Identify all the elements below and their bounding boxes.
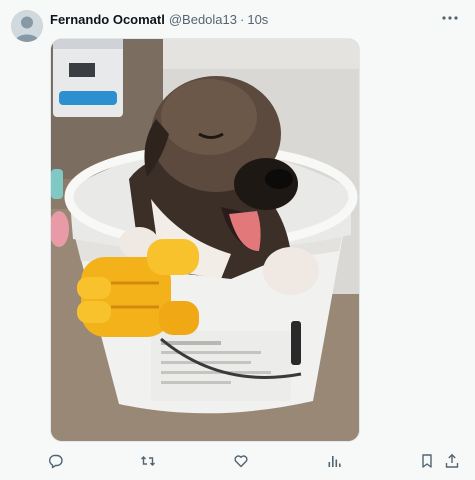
post-timestamp[interactable]: 10s <box>247 12 268 27</box>
default-avatar-icon <box>11 10 43 42</box>
avatar[interactable] <box>11 10 43 42</box>
reply-button[interactable] <box>47 452 65 470</box>
like-icon <box>234 455 248 468</box>
bookmark-icon <box>422 454 432 468</box>
share-button[interactable] <box>443 452 461 470</box>
repost-button[interactable] <box>139 452 157 470</box>
like-button[interactable] <box>232 452 250 470</box>
reply-icon <box>48 454 63 469</box>
bookmark-button[interactable] <box>418 452 436 470</box>
share-icon <box>445 453 459 468</box>
separator-dot: · <box>240 11 245 27</box>
views-button[interactable] <box>325 452 343 470</box>
author-display-name[interactable]: Fernando Ocomatl <box>50 12 165 27</box>
more-icon <box>442 16 458 20</box>
dog-in-bucket-photo <box>51 39 359 441</box>
post: Fernando Ocomatl @Bedola13 · 10s <box>0 0 475 480</box>
repost-icon <box>141 456 155 466</box>
author-handle[interactable]: @Bedola13 <box>169 12 237 27</box>
post-media-image[interactable] <box>50 38 360 442</box>
views-icon <box>328 456 341 467</box>
post-header: Fernando Ocomatl @Bedola13 · 10s <box>50 10 268 28</box>
more-options-button[interactable] <box>439 9 461 27</box>
post-actions-bar <box>0 450 475 472</box>
